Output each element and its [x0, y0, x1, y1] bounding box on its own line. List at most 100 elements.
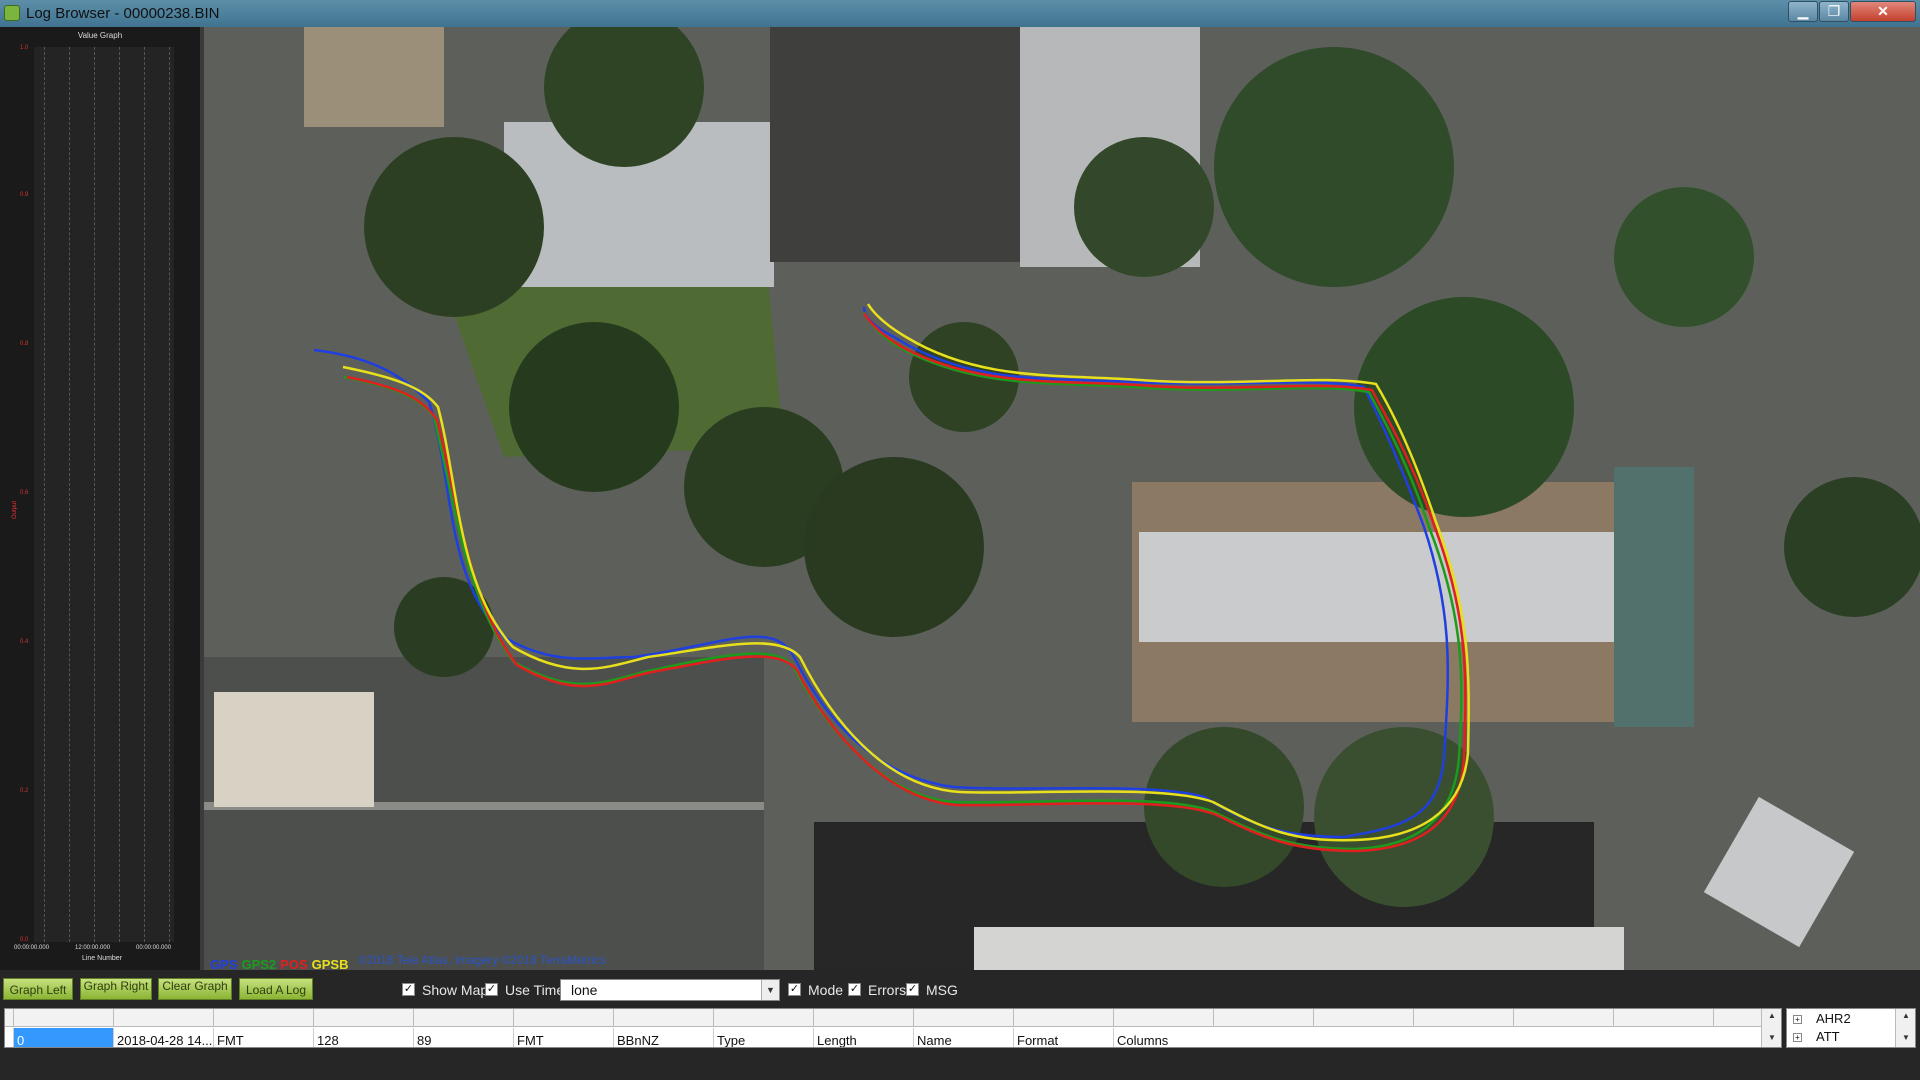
- graph-plot-area[interactable]: [34, 47, 174, 942]
- graph-gridline: [44, 47, 45, 942]
- graph-yaxis-label: Output: [12, 500, 19, 520]
- tree-canopy: [1354, 297, 1574, 517]
- graph-gridline: [69, 47, 70, 942]
- show-map-checkbox[interactable]: ✓: [402, 983, 415, 996]
- graph-ytick: 0.6: [20, 490, 29, 496]
- grid-header-cell[interactable]: [1713, 1009, 1714, 1027]
- row-field[interactable]: Type: [713, 1028, 813, 1047]
- grid-header-cell[interactable]: [613, 1009, 614, 1027]
- graph-ytick: 0.4: [20, 639, 29, 645]
- graph-right-button[interactable]: Graph Right: [80, 978, 152, 1000]
- msg-checkbox[interactable]: ✓: [906, 983, 919, 996]
- load-log-button[interactable]: Load A Log: [239, 978, 313, 1000]
- grid-header-cell[interactable]: [813, 1009, 814, 1027]
- title-bar: Log Browser - 00000238.BIN ▁ ❐ ✕: [0, 0, 1920, 27]
- graph-ytick: 0.0: [20, 937, 29, 943]
- maximize-button[interactable]: ❐: [1819, 1, 1849, 22]
- tree-item-att[interactable]: + ATT: [1793, 1029, 1840, 1044]
- building-roof-teal: [1614, 467, 1694, 727]
- chevron-down-icon[interactable]: ▼: [761, 980, 779, 1000]
- graph-xtick: 12:00:00.000: [75, 945, 111, 951]
- window-title: Log Browser - 00000238.BIN: [26, 5, 220, 22]
- tree-canopy: [804, 457, 984, 637]
- grid-header: [5, 1009, 1761, 1027]
- graph-left-button[interactable]: Graph Left: [3, 978, 73, 1000]
- grid-header-cell[interactable]: [213, 1009, 214, 1027]
- expand-icon[interactable]: +: [1793, 1033, 1802, 1043]
- use-time-label: Use Time: [505, 982, 565, 998]
- grid-header-cell[interactable]: [313, 1009, 314, 1027]
- tree-canopy: [509, 322, 679, 492]
- building-roof: [304, 27, 444, 127]
- row-field[interactable]: BBnNZ: [613, 1028, 713, 1047]
- errors-label: Errors: [868, 982, 907, 998]
- grid-header-cell[interactable]: [713, 1009, 714, 1027]
- graph-ytick: 0.8: [20, 341, 29, 347]
- msg-label: MSG: [926, 982, 958, 998]
- close-button[interactable]: ✕: [1850, 1, 1916, 22]
- mode-label: Mode: [808, 982, 844, 998]
- minimize-button[interactable]: ▁: [1788, 1, 1818, 22]
- grid-header-cell[interactable]: [1213, 1009, 1214, 1027]
- row-field[interactable]: FMT: [513, 1028, 613, 1047]
- tree-canopy: [1784, 477, 1920, 617]
- row-message-type[interactable]: FMT: [213, 1028, 313, 1047]
- value-graph-panel[interactable]: Value Graph 1.0 0.9 0.8 0.6 0.4 0.2 0.0 …: [0, 27, 204, 970]
- use-time-checkbox[interactable]: ✓: [485, 983, 498, 996]
- tree-canopy: [1614, 187, 1754, 327]
- row-field[interactable]: Format: [1013, 1028, 1113, 1047]
- tree-scrollbar[interactable]: ▲ ▼: [1895, 1009, 1915, 1047]
- grid-header-cell[interactable]: [113, 1009, 114, 1027]
- building-roof: [974, 927, 1624, 970]
- row-field[interactable]: 89: [413, 1028, 513, 1047]
- tree-item-label: AHR2: [1816, 1011, 1851, 1026]
- building-roof-house: [214, 692, 374, 807]
- grid-header-cell[interactable]: [513, 1009, 514, 1027]
- graph-xtick: 00:00:00.000: [14, 945, 50, 951]
- graph-xaxis-label: Line Number: [81, 955, 123, 962]
- mode-combo-value: lone: [571, 982, 598, 998]
- table-row[interactable]: 0 2018-04-28 14... FMT 128 89 FMT BBnNZ …: [5, 1028, 1761, 1047]
- map-canvas: [204, 27, 1920, 970]
- tree-canopy: [1214, 47, 1454, 287]
- tree-canopy: [364, 137, 544, 317]
- graph-gridline: [94, 47, 95, 942]
- grid-header-cell[interactable]: [1313, 1009, 1314, 1027]
- scroll-down-icon[interactable]: ▼: [1762, 1033, 1781, 1042]
- grid-header-cell[interactable]: [1113, 1009, 1114, 1027]
- grid-header-cell[interactable]: [1413, 1009, 1414, 1027]
- clear-graph-button[interactable]: Clear Graph: [158, 978, 232, 1000]
- grid-header-cell[interactable]: [913, 1009, 914, 1027]
- tree-item-label: ATT: [1816, 1029, 1840, 1044]
- log-data-grid[interactable]: 0 2018-04-28 14... FMT 128 89 FMT BBnNZ …: [4, 1008, 1782, 1048]
- graph-title: Value Graph: [77, 31, 123, 40]
- scroll-up-icon[interactable]: ▲: [1896, 1011, 1916, 1020]
- row-field[interactable]: Length: [813, 1028, 913, 1047]
- message-type-tree[interactable]: + AHR2 + ATT ▲ ▼: [1786, 1008, 1916, 1048]
- mode-checkbox[interactable]: ✓: [788, 983, 801, 996]
- tree-canopy: [1074, 137, 1214, 277]
- grid-header-cell[interactable]: [413, 1009, 414, 1027]
- row-line-number[interactable]: 0: [13, 1028, 113, 1047]
- row-time[interactable]: 2018-04-28 14...: [113, 1028, 213, 1047]
- row-field[interactable]: Columns: [1113, 1028, 1213, 1047]
- scroll-up-icon[interactable]: ▲: [1762, 1011, 1781, 1020]
- graph-xtick: 00:00:00.000: [136, 945, 172, 951]
- row-field[interactable]: 128: [313, 1028, 413, 1047]
- graph-ytick: 0.2: [20, 788, 29, 794]
- row-field[interactable]: Name: [913, 1028, 1013, 1047]
- graph-gridline: [119, 47, 120, 942]
- grid-header-cell[interactable]: [1013, 1009, 1014, 1027]
- mode-combo[interactable]: lone ▼: [560, 979, 780, 1001]
- graph-gridline: [144, 47, 145, 942]
- expand-icon[interactable]: +: [1793, 1015, 1802, 1025]
- errors-checkbox[interactable]: ✓: [848, 983, 861, 996]
- grid-header-cell[interactable]: [1513, 1009, 1514, 1027]
- grid-header-cell[interactable]: [13, 1009, 14, 1027]
- app-icon: [4, 5, 20, 21]
- grid-scrollbar[interactable]: ▲ ▼: [1761, 1009, 1781, 1047]
- map-view[interactable]: [204, 27, 1920, 970]
- scroll-down-icon[interactable]: ▼: [1896, 1033, 1916, 1042]
- tree-item-ahr2[interactable]: + AHR2: [1793, 1011, 1851, 1026]
- grid-header-cell[interactable]: [1613, 1009, 1614, 1027]
